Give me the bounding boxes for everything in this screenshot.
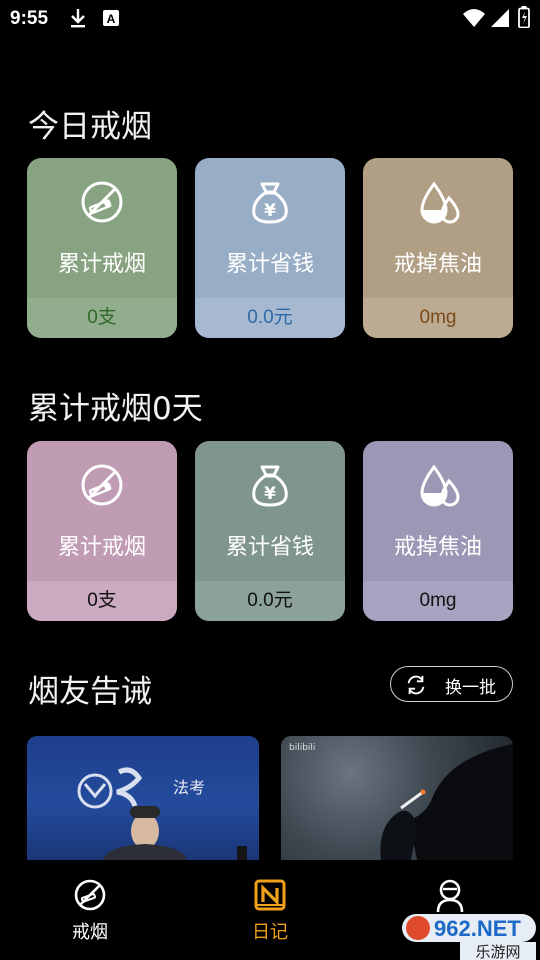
total-card-money[interactable]: ¥ 累计省钱 0.0元 — [195, 441, 345, 621]
svg-text:¥: ¥ — [264, 201, 276, 221]
refresh-label: 换一批 — [445, 678, 496, 698]
card-label: 累计戒烟 — [57, 535, 146, 560]
money-bag-icon: ¥ — [252, 465, 288, 507]
card-label: 累计省钱 — [225, 535, 314, 560]
card-value: 0支 — [27, 298, 177, 338]
tar-drops-icon — [420, 464, 460, 507]
svg-text:乐游网: 乐游网 — [475, 943, 520, 960]
refresh-batch-button[interactable]: 换一批 — [390, 666, 513, 702]
wifi-icon — [463, 9, 485, 27]
signal-icon — [491, 9, 509, 27]
card-label: 累计省钱 — [225, 252, 314, 277]
total-card-cigarettes[interactable]: 累计戒烟 0支 — [27, 441, 177, 621]
diary-icon — [254, 879, 286, 911]
card-value: 0mg — [363, 581, 513, 621]
no-smoking-icon — [74, 879, 106, 911]
tab-quit-smoking[interactable]: 戒烟 — [50, 878, 130, 944]
battery-icon — [518, 6, 530, 28]
lecture-scene-image: 法考 — [77, 767, 247, 860]
svg-text:¥: ¥ — [264, 484, 276, 504]
svg-text:A: A — [107, 12, 116, 26]
tab-quit-smoking-label: 戒烟 — [72, 922, 108, 943]
total-card-tar[interactable]: 戒掉焦油 0mg — [363, 441, 513, 621]
a-notification-icon: A — [103, 10, 119, 26]
status-time: 9:55 — [10, 8, 49, 29]
card-value: 0支 — [27, 581, 177, 621]
warnings-section-title: 烟友告诫 — [28, 674, 152, 710]
card-value: 0mg — [363, 298, 513, 338]
video-thumbnail-2[interactable]: bilibili — [281, 736, 513, 860]
today-section-title: 今日戒烟 — [28, 109, 152, 145]
video-1-overlay-text: 法考 — [173, 778, 205, 797]
today-card-tar[interactable]: 戒掉焦油 0mg — [363, 158, 513, 338]
tar-drops-icon — [420, 181, 460, 224]
tab-diary-label: 日记 — [252, 922, 288, 943]
no-smoking-icon — [81, 181, 123, 223]
video-thumbnail-1[interactable]: 法考 — [27, 736, 259, 860]
card-value: 0.0元 — [195, 298, 345, 338]
card-value: 0.0元 — [195, 581, 345, 621]
no-smoking-icon — [81, 464, 123, 506]
video-2-overlay-text: bilibili — [289, 743, 315, 753]
watermark-logo: 962.NET 乐游网 — [402, 914, 536, 960]
card-label: 戒掉焦油 — [393, 535, 482, 560]
svg-text:962.NET: 962.NET — [434, 916, 521, 941]
tab-diary[interactable]: 日记 — [230, 878, 310, 944]
today-card-cigarettes[interactable]: 累计戒烟 0支 — [27, 158, 177, 338]
card-label: 戒掉焦油 — [393, 252, 482, 277]
smoker-silhouette-image: bilibili — [289, 743, 513, 860]
refresh-icon — [407, 675, 425, 695]
profile-icon — [436, 879, 464, 912]
download-icon — [71, 9, 85, 28]
today-card-money[interactable]: ¥ 累计省钱 0.0元 — [195, 158, 345, 338]
money-bag-icon: ¥ — [252, 182, 288, 224]
status-bar: 9:55 A — [0, 0, 540, 38]
card-label: 累计戒烟 — [57, 252, 146, 277]
total-section-title: 累计戒烟0天 — [28, 391, 203, 427]
